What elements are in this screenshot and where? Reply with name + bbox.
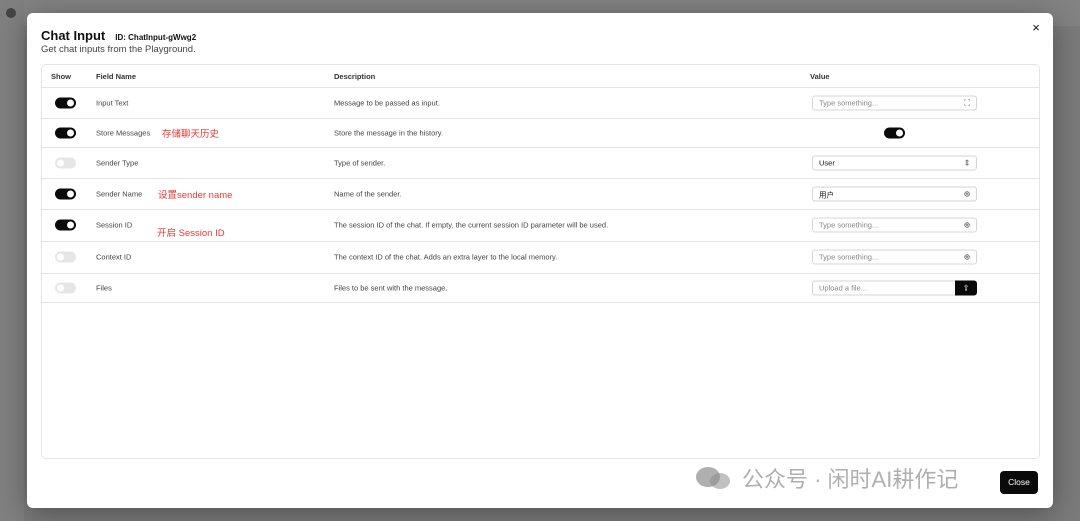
field-name-files: Files [96,283,112,292]
description-store-messages: Store the message in the history. [334,128,444,137]
input-session-id[interactable]: Type something... ⊕ [812,217,977,233]
modal-header: Chat Input ID: ChatInput-gWwg2 [41,28,196,43]
field-name-input-text: Input Text [96,98,129,107]
description-files: Files to be sent with the message. [334,283,448,292]
node-id: ID: ChatInput-gWwg2 [115,33,197,42]
input-placeholder: Upload a file... [819,283,867,292]
show-toggle-session-id[interactable] [55,219,76,231]
modal-subtitle: Get chat inputs from the Playground. [41,44,196,55]
header-field-name: Field Name [96,72,137,81]
table-row: Store Messages 存储聊天历史 Store the message in… [42,118,1039,148]
modal-title: Chat Input [41,28,106,43]
input-value: User [819,158,835,167]
field-name-sender-name: Sender Name [96,189,143,198]
file-input-files[interactable]: Upload a file... ⇪ [812,280,977,295]
table-header: Show Field Name Description Value [42,65,1039,88]
select-sender-type[interactable]: User ⇕ [812,155,977,170]
table-row: Context ID The context ID of the chat. Ad… [42,241,1039,274]
annotation-session-id: 开启 Session ID [157,228,225,240]
show-toggle-files[interactable] [55,282,76,293]
annotation-sender-name: 设置sender name [158,189,233,201]
wechat-logo-icon [696,463,734,493]
description-context-id: The context ID of the chat. Adds an extr… [334,252,558,262]
show-toggle-store-messages[interactable] [55,127,76,138]
input-context-id[interactable]: Type something... ⊕ [812,249,977,265]
show-toggle-context-id[interactable] [55,251,76,263]
chevron-up-down-icon: ⇕ [963,158,971,167]
table-row: Sender Type Type of sender. User ⇕ [42,147,1039,179]
input-placeholder: Type something... [819,98,879,107]
field-name-sender-type: Sender Type [96,158,139,167]
header-description: Description [334,72,376,81]
description-input-text: Message to be passed as input. [334,98,440,107]
field-name-context-id: Context ID [96,252,132,262]
globe-icon[interactable]: ⊕ [962,220,972,231]
show-toggle-sender-name[interactable] [55,188,76,199]
show-toggle-input-text[interactable] [55,97,76,108]
description-session-id: The session ID of the chat. If empty, th… [334,220,609,230]
close-icon[interactable]: × [1029,21,1043,35]
upload-icon[interactable]: ⇪ [955,280,977,295]
input-input-text[interactable]: Type something... ⛶ [812,95,977,110]
globe-icon[interactable]: ⊕ [962,252,972,263]
show-toggle-sender-type[interactable] [55,157,76,168]
close-button[interactable]: Close [1000,471,1038,494]
table-row: Input Text Message to be passed as input.… [42,87,1039,119]
field-name-session-id: Session ID [96,220,133,230]
annotation-store-messages: 存储聊天历史 [162,128,220,140]
header-value: Value [810,72,830,81]
expand-icon[interactable]: ⛶ [962,97,972,108]
input-placeholder: Type something... [819,252,879,262]
globe-icon[interactable]: ⊕ [962,188,972,199]
description-sender-name: Name of the sender. [334,189,402,198]
input-sender-name[interactable]: 用户 ⊕ [812,186,977,201]
table-row: Session ID 开启 Session ID The session ID of… [42,209,1039,242]
description-sender-type: Type of sender. [334,158,386,167]
watermark: 公众号 · 闲时AI耕作记 [696,462,958,494]
parameters-table: Show Field Name Description Value Input … [41,64,1040,459]
table-row: Files Files to be sent with the message. U… [42,273,1039,303]
value-toggle-store-messages[interactable] [884,127,905,138]
table-row: Sender Name 设置sender name Name of the send… [42,178,1039,210]
input-value: 用户 [819,190,834,199]
field-name-store-messages: Store Messages [96,128,151,137]
header-show: Show [51,72,71,81]
edit-node-modal: × Chat Input ID: ChatInput-gWwg2 Get cha… [27,13,1053,508]
watermark-text: 公众号 · 闲时AI耕作记 [742,467,959,492]
input-placeholder: Type something... [819,220,879,230]
